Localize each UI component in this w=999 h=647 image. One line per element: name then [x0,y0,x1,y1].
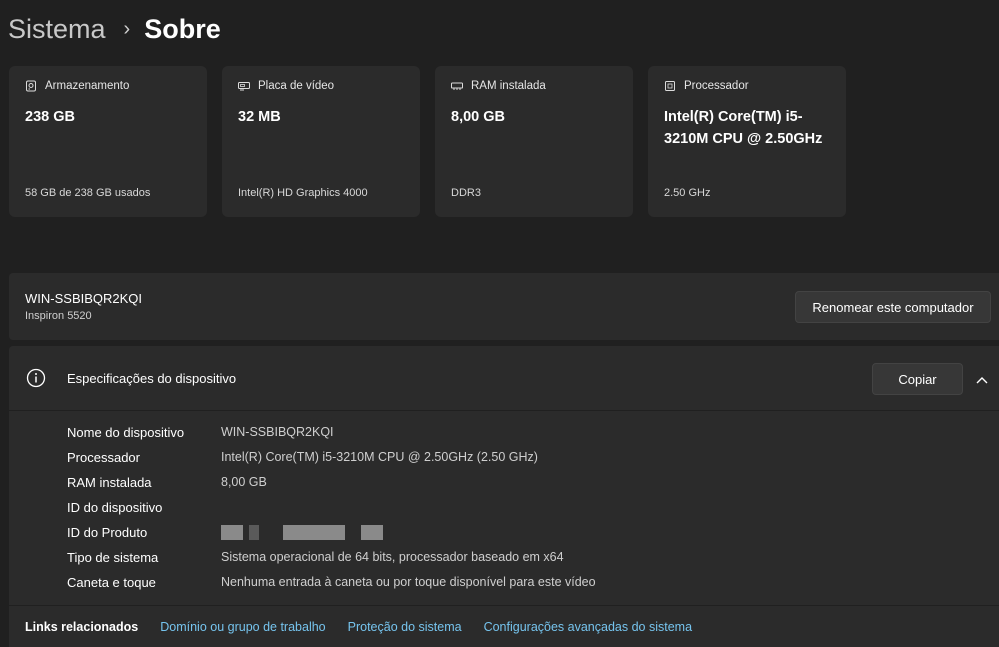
spec-row-ram: RAM instalada 8,00 GB [67,472,267,492]
spec-row-processor: Processador Intel(R) Core(TM) i5-3210M C… [67,447,538,467]
related-links-label: Links relacionados [25,619,139,634]
device-name: WIN-SSBIBQR2KQI [25,291,143,306]
spec-label: Tipo de sistema [67,549,159,565]
device-model: Inspiron 5520 [25,310,92,322]
link-advanced-system-settings[interactable]: Configurações avançadas do sistema [484,620,692,634]
link-system-protection[interactable]: Proteção do sistema [348,620,462,634]
card-subtitle: 2.50 GHz [664,187,711,199]
chevron-up-icon[interactable] [975,372,989,384]
rename-computer-button[interactable]: Renomear este computador [795,291,991,323]
summary-cards: Armazenamento 238 GB 58 GB de 238 GB usa… [9,66,846,217]
spec-row-product-id: ID do Produto [67,522,389,542]
spec-row-device-name: Nome do dispositivo WIN-SSBIBQR2KQI [67,422,334,442]
device-specs-list: Nome do dispositivo WIN-SSBIBQR2KQI Proc… [9,411,999,605]
info-icon [26,368,46,388]
card-subtitle: 58 GB de 238 GB usados [25,187,151,199]
device-specs-header[interactable]: Especificações do dispositivo Copiar [9,346,999,410]
redacted-value [221,524,389,540]
card-processor: Processador Intel(R) Core(TM) i5-3210M C… [648,66,846,217]
spec-row-system-type: Tipo de sistema Sistema operacional de 6… [67,547,564,567]
card-ram: RAM instalada 8,00 GB DDR3 [435,66,633,217]
spec-label: Caneta e toque [67,574,156,590]
card-title: Placa de vídeo [258,80,335,92]
spec-value: Nenhuma entrada à caneta ou por toque di… [221,575,596,589]
ram-icon [451,80,463,92]
card-value: 8,00 GB [451,109,505,125]
card-subtitle: DDR3 [451,187,481,199]
graphics-card-icon [238,80,250,92]
related-links: Links relacionados Domínio ou grupo de t… [9,606,999,647]
card-value: 238 GB [25,109,75,125]
spec-row-device-id: ID do dispositivo [67,497,221,517]
card-value: 32 MB [238,109,281,125]
card-subtitle: Intel(R) HD Graphics 4000 [238,187,368,199]
copy-button[interactable]: Copiar [872,363,963,395]
breadcrumb-separator: › [123,17,131,40]
spec-value: WIN-SSBIBQR2KQI [221,425,334,439]
card-value: Intel(R) Core(TM) i5-3210M CPU @ 2.50GHz [664,109,823,147]
spec-label: ID do dispositivo [67,499,163,515]
card-graphics: Placa de vídeo 32 MB Intel(R) HD Graphic… [222,66,420,217]
card-storage: Armazenamento 238 GB 58 GB de 238 GB usa… [9,66,207,217]
spec-label: ID do Produto [67,524,148,540]
breadcrumb-parent[interactable]: Sistema [8,14,106,45]
link-domain-workgroup[interactable]: Domínio ou grupo de trabalho [160,620,325,634]
spec-row-pen-touch: Caneta e toque Nenhuma entrada à caneta … [67,572,596,592]
spec-label: Nome do dispositivo [67,424,185,440]
processor-icon [664,80,676,92]
spec-value: Sistema operacional de 64 bits, processa… [221,550,564,564]
card-title: RAM instalada [471,80,546,92]
spec-label: RAM instalada [67,474,152,490]
spec-value: Intel(R) Core(TM) i5-3210M CPU @ 2.50GHz… [221,450,538,464]
storage-icon [25,80,37,92]
page-title: Sobre [144,13,221,44]
device-name-row: WIN-SSBIBQR2KQI Inspiron 5520 Renomear e… [9,273,999,340]
device-specs-title: Especificações do dispositivo [67,371,237,386]
spec-label: Processador [67,449,140,465]
card-title: Processador [684,80,749,92]
breadcrumb: Sistema › Sobre [8,10,221,48]
card-title: Armazenamento [45,80,130,92]
spec-value: 8,00 GB [221,475,267,489]
